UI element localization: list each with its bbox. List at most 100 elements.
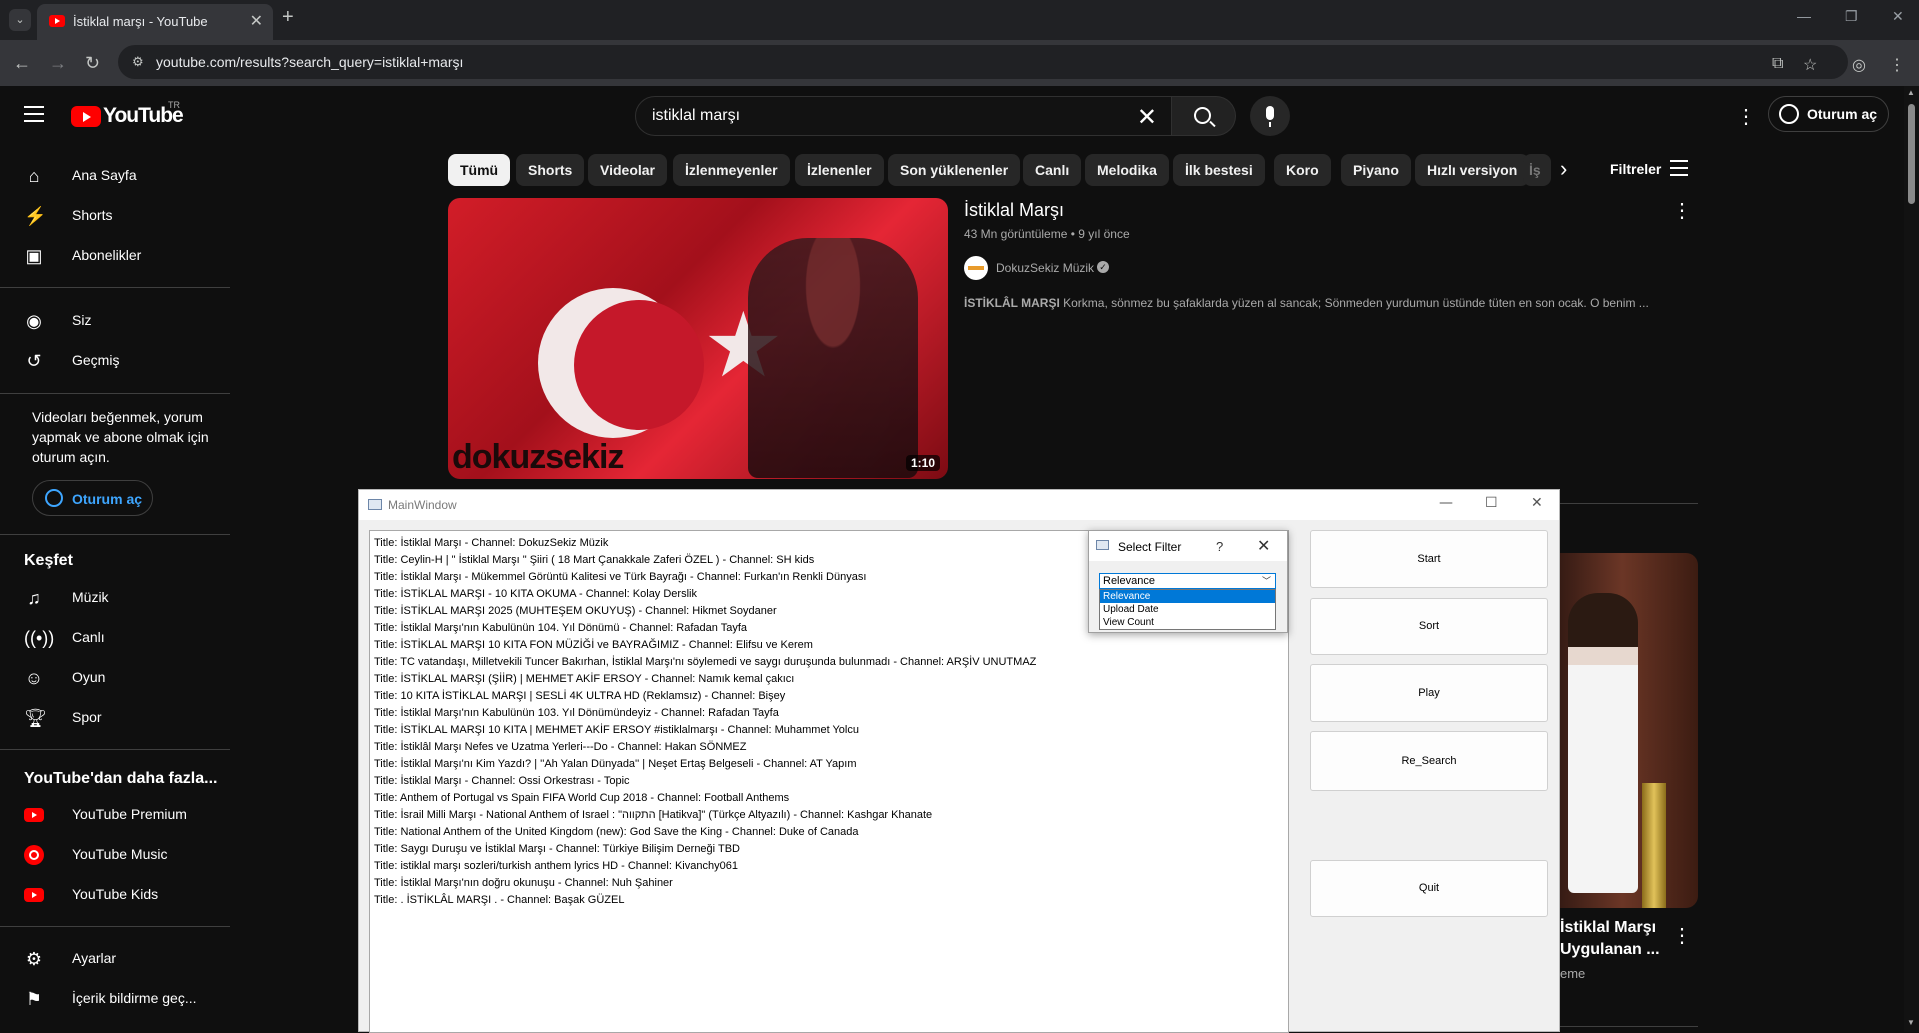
reload-icon[interactable]: ↻ [85, 53, 100, 74]
sidebar-item-subscriptions[interactable]: ▣ Abonelikler [12, 236, 218, 276]
install-app-icon[interactable]: ⧉ [1772, 55, 1783, 73]
video-title[interactable]: İstiklal Marşı [964, 200, 1064, 221]
search-button[interactable] [1172, 96, 1236, 136]
sidebar-item-report-history[interactable]: ⚑ İçerik bildirme geç... [12, 979, 218, 1019]
list-item[interactable]: Title: TC vatandaşı, Milletvekili Tuncer… [374, 654, 1284, 671]
chip-all[interactable]: Tümü [448, 154, 511, 186]
list-item[interactable]: Title: Saygı Duruşu ve İstiklal Marşı - … [374, 841, 1284, 858]
list-item[interactable]: Title: İsrail Milli Marşı - National Ant… [374, 807, 1284, 824]
chip-piano[interactable]: Piyano [1341, 154, 1411, 186]
restore-icon[interactable]: ❐ [1845, 8, 1858, 25]
browser-menu-icon[interactable]: ⋮ [1889, 55, 1905, 75]
chip-live[interactable]: Canlı [1023, 154, 1082, 186]
page-scrollbar[interactable] [1904, 86, 1919, 1032]
channel-name[interactable]: DokuzSekiz Müzik [996, 261, 1094, 275]
close-icon[interactable]: ✕ [1531, 495, 1543, 511]
sidebar-item-shorts[interactable]: ⚡ Shorts [12, 196, 218, 236]
list-item[interactable]: Title: İstiklal Marşı - Channel: Ossi Or… [374, 773, 1284, 790]
sidebar-item-home[interactable]: ⌂ Ana Sayfa [12, 156, 218, 196]
list-item[interactable]: Title: İstiklal Marşı'nın Kabulünün 103.… [374, 705, 1284, 722]
sidebar-item-you[interactable]: ◉ Siz [12, 301, 218, 341]
site-info-icon[interactable]: ⚙ [132, 54, 144, 70]
user-icon: ◉ [26, 311, 42, 331]
chip-recently-uploaded[interactable]: Son yüklenenler [888, 154, 1021, 186]
gear-icon: ⚙ [25, 949, 43, 969]
list-item[interactable]: Title: İSTİKLAL MARŞI 10 KITA | MEHMET A… [374, 722, 1284, 739]
new-tab-icon[interactable]: + [282, 6, 294, 29]
video-thumbnail[interactable]: ★ dokuzsekiz 1:10 [448, 198, 948, 479]
video-thumbnail-2[interactable] [1546, 553, 1698, 908]
filter-combobox[interactable]: Relevance ﹀ [1099, 573, 1276, 589]
play-button[interactable]: Play [1310, 664, 1548, 722]
option-relevance[interactable]: Relevance [1100, 590, 1275, 603]
sidebar-item-history[interactable]: ↺ Geçmiş [12, 341, 218, 381]
list-item[interactable]: Title: İstiklal Marşı'nı Kim Yazdı? | ''… [374, 756, 1284, 773]
filter-sliders-icon[interactable] [1670, 160, 1688, 176]
chip-fast-version[interactable]: Hızlı versiyon [1415, 154, 1530, 186]
list-item[interactable]: Title: 10 KITA İSTİKLAL MARŞI | SESLİ 4K… [374, 688, 1284, 705]
scroll-up-icon[interactable]: ▲ [1907, 88, 1915, 97]
list-item[interactable]: Title: Anthem of Portugal vs Spain FIFA … [374, 790, 1284, 807]
list-item[interactable]: Title: İSTİKLAL MARŞI 10 KITA FON MÜZİĞİ… [374, 637, 1284, 654]
minimize-icon[interactable]: — [1797, 8, 1811, 24]
settings-more-icon[interactable]: ⋮ [1736, 104, 1756, 129]
minimize-icon[interactable]: — [1439, 495, 1453, 511]
back-icon[interactable]: ← [13, 53, 31, 74]
forward-icon[interactable]: → [49, 53, 67, 74]
dialog-close-icon[interactable]: ✕ [1257, 536, 1270, 556]
start-button[interactable]: Start [1310, 530, 1548, 588]
list-item[interactable]: Title: İstiklal Marşı'nın doğru okunuşu … [374, 875, 1284, 892]
post-graphic [1642, 783, 1666, 908]
help-icon[interactable]: ? [1216, 539, 1223, 554]
sign-in-button[interactable]: Oturum aç [1768, 96, 1889, 132]
channel-avatar[interactable] [964, 256, 988, 280]
tab-search-button[interactable]: ⌄ [9, 9, 31, 31]
hamburger-menu-icon[interactable] [24, 106, 44, 127]
scrollbar-thumb[interactable] [1908, 104, 1915, 204]
window-close-icon[interactable]: ✕ [1892, 8, 1904, 25]
chip-unwatched[interactable]: İzlenmeyenler [673, 154, 790, 186]
address-bar[interactable]: ⚙ youtube.com/results?search_query=istik… [118, 45, 1848, 79]
chip-videos[interactable]: Videolar [588, 154, 667, 186]
sidebar-item-youtube-premium[interactable]: YouTube Premium [12, 795, 218, 835]
chip-choir[interactable]: Koro [1274, 154, 1331, 186]
chip-first-composition[interactable]: İlk bestesi [1173, 154, 1265, 186]
sidebar-item-music[interactable]: ♫ Müzik [12, 578, 218, 618]
video-more-icon[interactable]: ⋮ [1672, 198, 1692, 223]
chip-watched[interactable]: İzlenenler [795, 154, 884, 186]
clear-search-icon[interactable]: ✕ [1137, 103, 1157, 132]
chip-shorts[interactable]: Shorts [516, 154, 585, 186]
bookmark-star-icon[interactable]: ☆ [1803, 55, 1817, 75]
profile-icon[interactable]: ◎ [1852, 55, 1866, 75]
video-more-icon-2[interactable]: ⋮ [1672, 923, 1692, 948]
list-item[interactable]: Title: National Anthem of the United Kin… [374, 824, 1284, 841]
research-button[interactable]: Re_Search [1310, 731, 1548, 791]
youtube-logo-icon[interactable] [71, 106, 101, 127]
sidebar-sign-in-button[interactable]: Oturum aç [32, 480, 153, 516]
sidebar-item-youtube-kids[interactable]: YouTube Kids [12, 875, 218, 915]
sidebar-item-youtube-music[interactable]: YouTube Music [12, 835, 218, 875]
sidebar-item-gaming[interactable]: ☺ Oyun [12, 658, 218, 698]
option-upload-date[interactable]: Upload Date [1100, 603, 1275, 616]
sidebar-item-live[interactable]: ((•)) Canlı [12, 618, 218, 658]
voice-search-button[interactable] [1250, 96, 1290, 136]
option-view-count[interactable]: View Count [1100, 616, 1275, 629]
maximize-icon[interactable]: ☐ [1485, 495, 1498, 511]
chip-truncated[interactable]: İş [1523, 154, 1551, 186]
video-title-2[interactable]: İstiklal Marşı Uygulanan ... [1560, 917, 1660, 961]
tab-close-icon[interactable]: ✕ [250, 11, 263, 31]
scroll-down-icon[interactable]: ▼ [1907, 1018, 1915, 1027]
filters-button[interactable]: Filtreler [1610, 161, 1661, 177]
quit-button[interactable]: Quit [1310, 860, 1548, 917]
chevron-right-icon[interactable]: › [1560, 156, 1567, 182]
chip-melodika[interactable]: Melodika [1085, 154, 1169, 186]
list-item[interactable]: Title: İstiklâl Marşı Nefes ve Uzatma Ye… [374, 739, 1284, 756]
sort-button[interactable]: Sort [1310, 598, 1548, 655]
search-input[interactable]: istiklal marşı ✕ [635, 96, 1172, 136]
list-item[interactable]: Title: istiklal marşı sozleri/turkish an… [374, 858, 1284, 875]
sidebar-item-settings[interactable]: ⚙ Ayarlar [12, 939, 218, 979]
list-item[interactable]: Title: İSTİKLAL MARŞI (ŞİİR) | MEHMET AK… [374, 671, 1284, 688]
list-item[interactable]: Title: . İSTİKLÂL MARŞI . - Channel: Baş… [374, 892, 1284, 909]
sidebar-item-sports[interactable]: 🏆︎ Spor [12, 698, 218, 738]
browser-tab-active[interactable]: İstiklal marşı - YouTube ✕ [37, 4, 273, 40]
